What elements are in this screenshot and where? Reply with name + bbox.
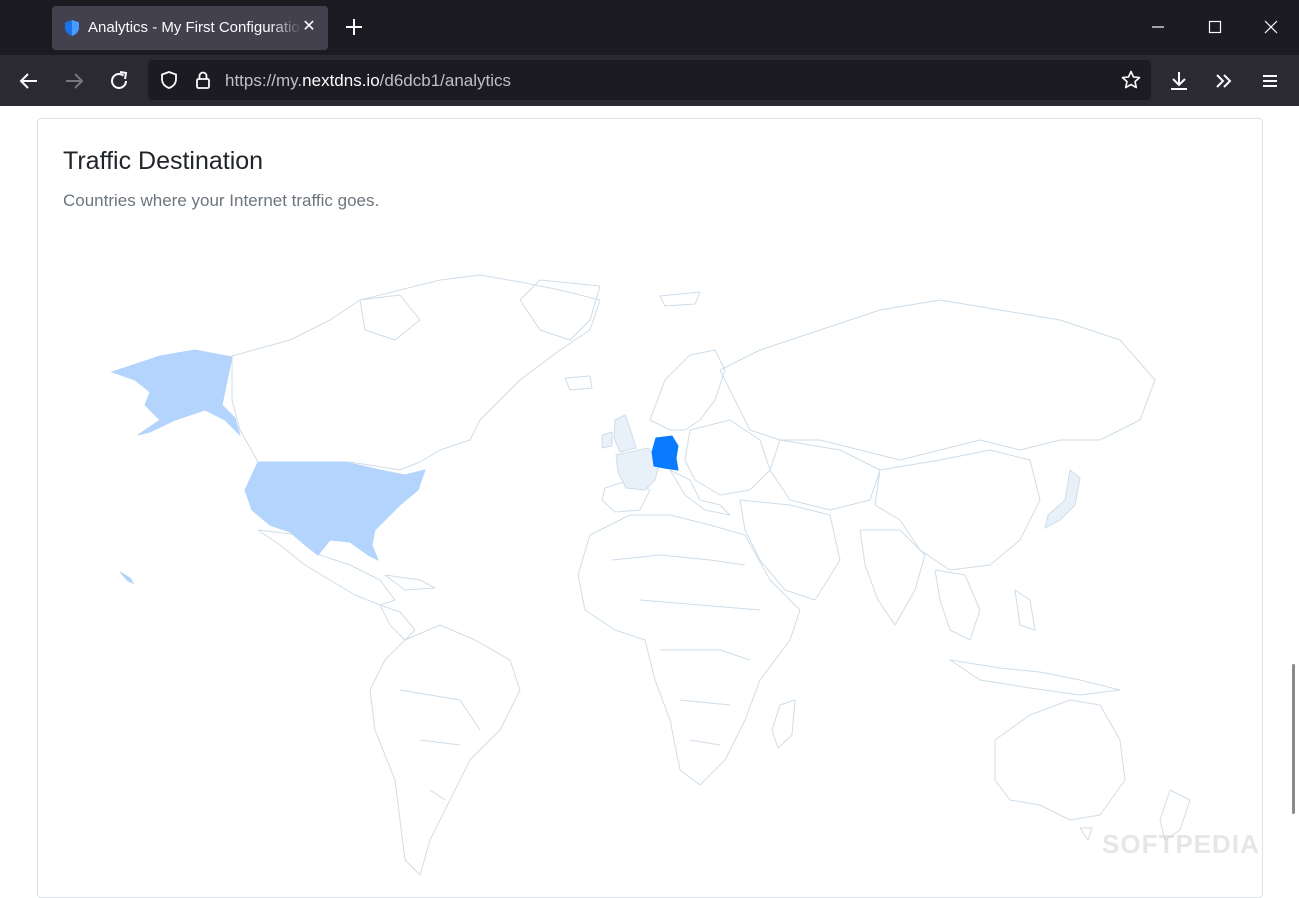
tab-close-icon[interactable]: ✕ <box>300 18 318 36</box>
maximize-icon[interactable] <box>1202 14 1228 40</box>
url-text[interactable]: https://my.nextdns.io/d6dcb1/analytics <box>225 71 511 91</box>
url-prefix: https://my. <box>225 71 303 90</box>
menu-hamburger-icon[interactable] <box>1257 68 1283 94</box>
minimize-icon[interactable] <box>1145 14 1171 40</box>
navigation-bar: https://my.nextdns.io/d6dcb1/analytics <box>0 55 1299 106</box>
softpedia-watermark: SOFTPEDIA <box>1102 829 1260 859</box>
page-scrollbar[interactable] <box>1292 664 1295 814</box>
tab-analytics[interactable]: Analytics - My First Configuration ✕ <box>52 6 328 50</box>
card-subtitle: Countries where your Internet traffic go… <box>63 191 380 210</box>
lock-icon[interactable] <box>192 69 214 91</box>
downloads-icon[interactable] <box>1166 68 1192 94</box>
card-title: Traffic Destination <box>63 147 264 175</box>
page-content: Traffic Destination Countries where your… <box>0 106 1299 898</box>
traffic-destination-card: Traffic Destination Countries where your… <box>37 118 1263 898</box>
reload-icon[interactable] <box>106 68 132 94</box>
url-bar[interactable]: https://my.nextdns.io/d6dcb1/analytics <box>148 60 1151 100</box>
tracking-shield-icon[interactable] <box>158 69 180 91</box>
new-tab-icon[interactable] <box>341 14 367 40</box>
forward-arrow-icon[interactable] <box>61 68 87 94</box>
back-arrow-icon[interactable] <box>16 68 42 94</box>
bookmark-star-icon[interactable] <box>1120 69 1142 91</box>
overflow-chevron-icon[interactable] <box>1211 68 1237 94</box>
close-window-icon[interactable] <box>1258 14 1284 40</box>
url-path: /d6dcb1/analytics <box>379 71 512 90</box>
url-domain: nextdns.io <box>302 71 380 90</box>
nextdns-shield-icon <box>65 20 79 36</box>
tab-bar: Analytics - My First Configuration ✕ <box>0 0 1299 55</box>
tab-title: Analytics - My First Configuration <box>88 19 302 36</box>
